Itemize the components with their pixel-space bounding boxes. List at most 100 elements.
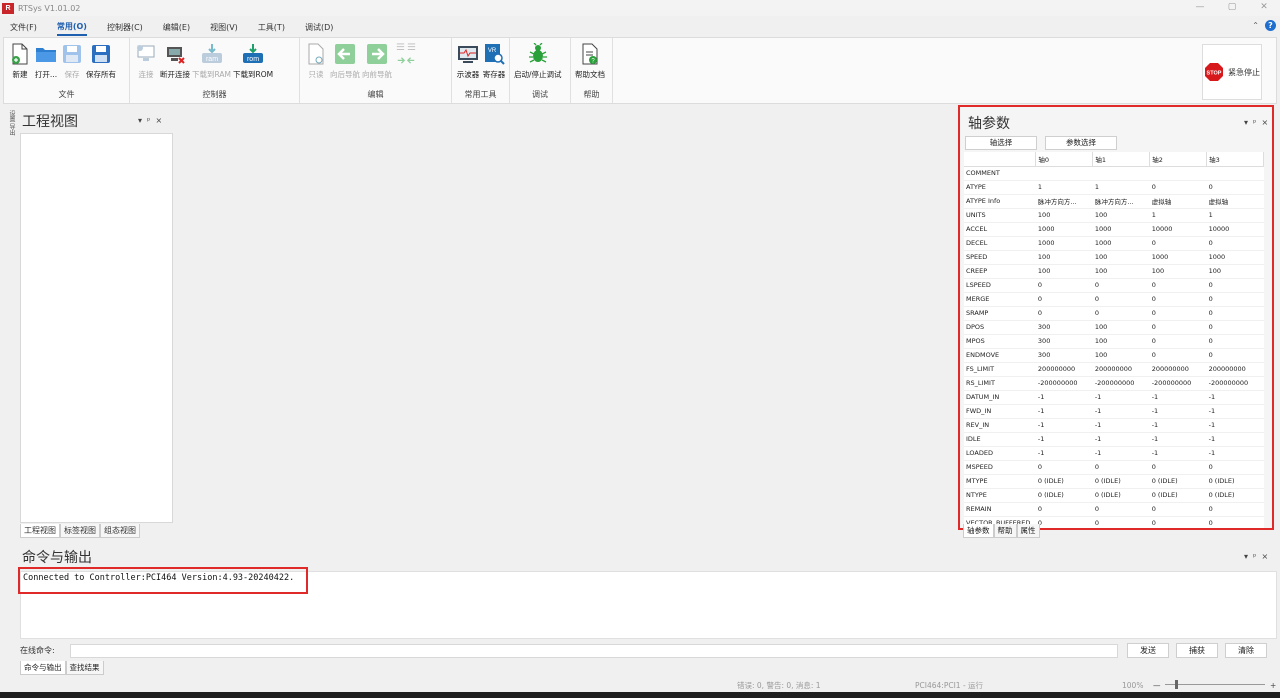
param-value-cell[interactable]: 脉冲方向方... (1092, 194, 1150, 209)
menu-edit[interactable]: 编辑(E) (163, 20, 190, 35)
param-value-cell[interactable]: 0 (IDLE) (1206, 474, 1264, 489)
new-button[interactable]: 新建 (7, 40, 33, 80)
table-row[interactable]: IDLE -1 -1 -1 -1 (964, 432, 1264, 447)
save-button[interactable]: 保存 (59, 40, 85, 80)
param-value-cell[interactable]: 0 (1149, 334, 1207, 349)
param-value-cell[interactable]: -1 (1035, 390, 1093, 405)
zoom-out-button[interactable]: — (1153, 681, 1161, 690)
param-value-cell[interactable]: 0 (1149, 306, 1207, 321)
param-value-cell[interactable]: -200000000 (1206, 376, 1264, 391)
param-value-cell[interactable]: 0 (1092, 306, 1150, 321)
tab-config-view[interactable]: 组态视图 (100, 524, 140, 538)
table-row[interactable]: REV_IN -1 -1 -1 -1 (964, 418, 1264, 433)
param-value-cell[interactable]: 0 (1206, 502, 1264, 517)
param-value-cell[interactable]: -200000000 (1035, 376, 1093, 391)
param-value-cell[interactable]: 0 (1149, 236, 1207, 251)
table-row[interactable]: FWD_IN -1 -1 -1 -1 (964, 404, 1264, 419)
maximize-button[interactable]: ▢ (1216, 0, 1248, 16)
param-value-cell[interactable]: 100 (1149, 264, 1207, 279)
param-value-cell[interactable]: 0 (1149, 180, 1207, 195)
axis2-header[interactable]: 轴2 (1149, 152, 1208, 167)
param-value-cell[interactable]: 0 (1206, 306, 1264, 321)
disconnect-button[interactable]: 断开连接 (159, 40, 191, 80)
table-row[interactable]: ATYPE Info 脉冲方向方... 脉冲方向方... 虚拟轴 虚拟轴 (964, 194, 1264, 209)
param-value-cell[interactable]: 0 (1035, 460, 1093, 475)
connect-button[interactable]: 连接 (133, 40, 159, 80)
param-value-cell[interactable]: 1 (1035, 180, 1093, 195)
param-value-cell[interactable]: 1000 (1092, 236, 1150, 251)
table-row[interactable]: COMMENT (964, 166, 1264, 181)
param-value-cell[interactable]: 0 (1035, 516, 1093, 528)
param-value-cell[interactable]: -1 (1206, 404, 1264, 419)
param-value-cell[interactable]: -1 (1149, 404, 1207, 419)
axis0-header[interactable]: 轴0 (1035, 152, 1094, 167)
param-value-cell[interactable]: 0 (1092, 278, 1150, 293)
param-value-cell[interactable] (1035, 166, 1093, 181)
param-value-cell[interactable]: 100 (1035, 250, 1093, 265)
param-value-cell[interactable]: 0 (1092, 460, 1150, 475)
tab-command-output[interactable]: 命令与输出 (20, 661, 66, 675)
table-row[interactable]: MERGE 0 0 0 0 (964, 292, 1264, 307)
param-value-cell[interactable]: 0 (1206, 516, 1264, 528)
param-value-cell[interactable]: -1 (1206, 432, 1264, 447)
save-all-button[interactable]: 保存所有 (85, 40, 117, 80)
param-value-cell[interactable]: 0 (IDLE) (1149, 474, 1207, 489)
table-row[interactable]: UNITS 100 100 1 1 (964, 208, 1264, 223)
table-row[interactable]: LSPEED 0 0 0 0 (964, 278, 1264, 293)
menu-common[interactable]: 常用(O) (56, 19, 87, 36)
param-value-cell[interactable]: -1 (1149, 432, 1207, 447)
param-value-cell[interactable]: 0 (1206, 320, 1264, 335)
param-value-cell[interactable]: 0 (IDLE) (1035, 488, 1093, 503)
param-value-cell[interactable]: 1 (1092, 180, 1150, 195)
table-row[interactable]: ATYPE 1 1 0 0 (964, 180, 1264, 195)
param-value-cell[interactable]: 200000000 (1149, 362, 1207, 377)
param-value-cell[interactable]: 虚拟轴 (1206, 194, 1264, 209)
param-value-cell[interactable]: -1 (1092, 446, 1150, 461)
param-value-cell[interactable]: 0 (1206, 278, 1264, 293)
table-row[interactable]: SRAMP 0 0 0 0 (964, 306, 1264, 321)
param-value-cell[interactable]: -200000000 (1092, 376, 1150, 391)
param-value-cell[interactable]: -1 (1035, 404, 1093, 419)
param-value-cell[interactable]: 0 (1035, 502, 1093, 517)
readonly-button[interactable]: 只读 (303, 40, 329, 80)
param-value-cell[interactable]: 100 (1092, 250, 1150, 265)
param-value-cell[interactable]: 0 (IDLE) (1035, 474, 1093, 489)
register-button[interactable]: VR 寄存器 (481, 40, 507, 80)
download-rom-button[interactable]: rom 下载到ROM (232, 40, 274, 80)
menu-view[interactable]: 视图(V) (210, 20, 238, 35)
panel-menu-icon[interactable]: ▾ (1244, 118, 1253, 127)
param-value-cell[interactable]: -1 (1092, 404, 1150, 419)
close-button[interactable]: ✕ (1248, 0, 1280, 16)
param-value-cell[interactable]: 200000000 (1035, 362, 1093, 377)
param-value-cell[interactable]: 1000 (1035, 222, 1093, 237)
axis1-header[interactable]: 轴1 (1092, 152, 1151, 167)
param-value-cell[interactable]: 0 (1035, 292, 1093, 307)
tab-project-view[interactable]: 工程视图 (20, 524, 60, 538)
table-row[interactable]: ACCEL 1000 1000 10000 10000 (964, 222, 1264, 237)
param-value-cell[interactable]: 0 (1035, 278, 1093, 293)
indent-button[interactable] (393, 40, 419, 80)
param-value-cell[interactable]: 1000 (1092, 222, 1150, 237)
param-value-cell[interactable]: 0 (1206, 348, 1264, 363)
param-value-cell[interactable]: 200000000 (1092, 362, 1150, 377)
param-value-cell[interactable]: 0 (1206, 334, 1264, 349)
param-value-cell[interactable]: 100 (1092, 208, 1150, 223)
tab-find-results[interactable]: 查找结果 (65, 661, 104, 675)
tab-help[interactable]: 帮助 (993, 524, 1017, 538)
param-value-cell[interactable]: 300 (1035, 320, 1093, 335)
download-ram-button[interactable]: ram 下载到RAM (191, 40, 232, 80)
capture-button[interactable]: 捕获 (1176, 643, 1218, 658)
param-value-cell[interactable]: 0 (1149, 502, 1207, 517)
param-value-cell[interactable]: 0 (1092, 502, 1150, 517)
param-value-cell[interactable]: 1 (1149, 208, 1207, 223)
table-row[interactable]: CREEP 100 100 100 100 (964, 264, 1264, 279)
param-value-cell[interactable]: 脉冲方向方... (1035, 194, 1093, 209)
open-button[interactable]: 打开... (33, 40, 59, 80)
param-value-cell[interactable]: 100 (1206, 264, 1264, 279)
param-value-cell[interactable]: 100 (1092, 334, 1150, 349)
table-row[interactable]: FS_LIMIT 200000000 200000000 200000000 20000… (964, 362, 1264, 377)
emergency-stop-button[interactable]: STOP 紧急停止 (1202, 44, 1262, 100)
table-row[interactable]: MSPEED 0 0 0 0 (964, 460, 1264, 475)
close-icon[interactable]: × (1261, 118, 1272, 127)
side-toolbox-strip[interactable]: 设置 导出 (4, 110, 16, 136)
